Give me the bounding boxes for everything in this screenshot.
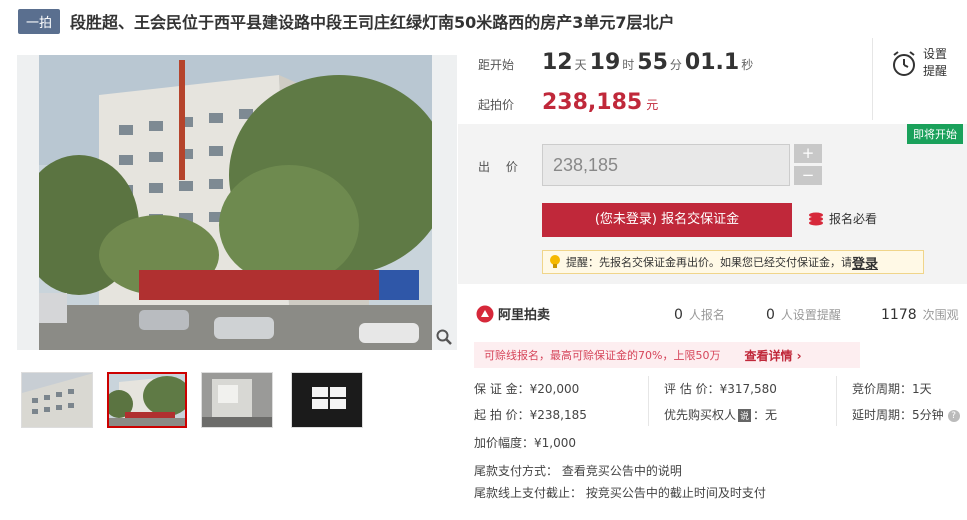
page-title: 段胜超、王会民位于西平县建设路中段王司庄红绿灯南50米路西的房产3单元7层北户 <box>70 13 675 32</box>
logo-text: 阿里拍卖 <box>498 308 551 323</box>
register-deposit-button[interactable]: (您未登录) 报名交保证金 <box>542 203 792 237</box>
bid-increase-button[interactable]: + <box>794 144 822 163</box>
login-tip: 提醒：先报名交保证金再出价。如果您已经交付保证金，请 登录 <box>542 250 924 274</box>
bid-cycle-info: 竞价周期：1天 <box>852 382 932 396</box>
bid-panel: 即将开始 出 价 238,185 + − (您未登录) 报名交保证金 报名必看 … <box>458 124 967 284</box>
views-stat: 1178 次围观 <box>881 307 959 323</box>
bid-label: 出 价 <box>478 160 524 174</box>
reminder-stat: 0 人设置提醒 <box>766 307 841 323</box>
status-badge: 即将开始 <box>907 124 963 144</box>
alarm-clock-icon <box>893 51 915 76</box>
countdown-row: 距开始 12 天 19 时 55 分 01.1 秒 <box>478 50 756 75</box>
assess-price-info: 评 估 价：¥317,580 <box>664 382 777 396</box>
countdown-days: 12 <box>542 50 573 75</box>
bid-amount-input[interactable]: 238,185 <box>542 144 790 186</box>
payment-deadline-info: 尾款线上支付截止： 按竞买公告中的截止时间及时支付 <box>474 486 766 500</box>
registered-stat: 0 人报名 <box>674 307 725 323</box>
thumbnail-1[interactable] <box>21 372 93 428</box>
credit-promo-banner: 可赊线报名，最高可赊保证金的70%，上限50万 查看详情 › <box>474 342 860 368</box>
thumbnail-3[interactable] <box>201 372 273 428</box>
login-link[interactable]: 登录 <box>852 253 878 272</box>
title-row: 一拍 段胜超、王会民位于西平县建设路中段王司庄红绿灯南50米路西的房产3单元7层… <box>18 8 675 34</box>
priority-buyer-info: 优先购买权人说：无 <box>664 408 778 422</box>
start-price-label: 起拍价 <box>478 98 515 112</box>
divider <box>836 376 837 426</box>
lightbulb-icon <box>550 255 560 268</box>
countdown-minutes-unit: 分 <box>669 58 682 72</box>
countdown-days-unit: 天 <box>574 58 587 72</box>
countdown-label: 距开始 <box>478 58 515 72</box>
set-reminder-button[interactable]: 设置提醒 <box>872 38 967 120</box>
deposit-info: 保 证 金：¥20,000 <box>474 382 580 396</box>
start-price-unit: 元 <box>646 98 659 112</box>
main-photo[interactable] <box>39 55 432 350</box>
divider <box>648 376 649 426</box>
auction-details: 保 证 金：¥20,000 评 估 价：¥317,580 竞价周期：1天 起 拍… <box>458 376 967 510</box>
thumbnail-2[interactable] <box>107 372 187 428</box>
stats-row: 阿里拍卖 0 人报名 0 人设置提醒 1178 次围观 <box>458 296 967 336</box>
set-reminder-label: 设置提醒 <box>923 47 948 78</box>
coins-icon <box>809 212 823 225</box>
tip-text: 提醒：先报名交保证金再出价。如果您已经交付保证金，请 <box>566 256 852 269</box>
zoom-icon[interactable] <box>435 328 453 346</box>
countdown-seconds-unit: 秒 <box>741 58 754 72</box>
countdown-hours: 19 <box>589 50 621 75</box>
ali-auction-logo: 阿里拍卖 <box>476 304 550 323</box>
increment-info: 加价幅度：¥1,000 <box>474 436 576 450</box>
must-read-label: 报名必看 <box>829 212 878 226</box>
ali-auction-logo-icon <box>476 305 494 322</box>
must-read-link[interactable]: 报名必看 <box>808 210 877 227</box>
main-image-gallery <box>17 55 457 350</box>
countdown-minutes: 55 <box>637 50 668 75</box>
countdown-hours-unit: 时 <box>622 58 635 72</box>
start-price-value: 238,185 <box>542 90 643 115</box>
auction-round-badge: 一拍 <box>18 8 61 34</box>
delay-cycle-info: 延时周期：5分钟? <box>852 406 960 423</box>
help-icon[interactable]: ? <box>947 409 960 422</box>
countdown-seconds: 01.1 <box>684 50 740 75</box>
promo-text: 可赊线报名，最高可赊保证金的70%，上限50万 <box>484 349 721 362</box>
payment-method-info: 尾款支付方式： 查看竞买公告中的说明 <box>474 464 682 478</box>
view-details-link[interactable]: 查看详情 › <box>744 347 801 364</box>
start-price-row: 起拍价 238,185 元 <box>478 90 658 115</box>
start-price-info: 起 拍 价：¥238,185 <box>474 408 587 422</box>
thumbnail-4[interactable] <box>291 372 363 428</box>
bid-decrease-button[interactable]: − <box>794 166 822 185</box>
